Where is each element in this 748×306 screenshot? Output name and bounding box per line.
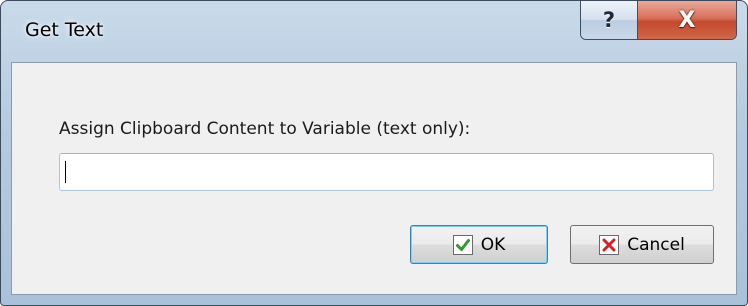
cancel-button[interactable]: Cancel [570,225,714,264]
help-icon: ? [602,8,616,32]
red-x-icon [599,234,620,255]
help-button[interactable]: ? [581,1,638,39]
close-icon: X [678,7,696,33]
checkmark-icon [452,234,473,255]
variable-name-input[interactable] [59,153,714,191]
text-caret [65,161,66,183]
window-title: Get Text [25,19,104,41]
variable-prompt-label: Assign Clipboard Content to Variable (te… [59,119,471,139]
close-button[interactable]: X [638,1,736,39]
cancel-button-label: Cancel [627,234,685,255]
title-bar[interactable]: Get Text ? X [1,1,747,61]
ok-button-label: OK [480,234,506,255]
ok-button[interactable]: OK [410,225,548,264]
caption-buttons: ? X [580,1,737,40]
dialog-window: Get Text ? X Assign Clipboard Content to… [0,0,748,306]
dialog-body: Assign Clipboard Content to Variable (te… [11,62,737,295]
